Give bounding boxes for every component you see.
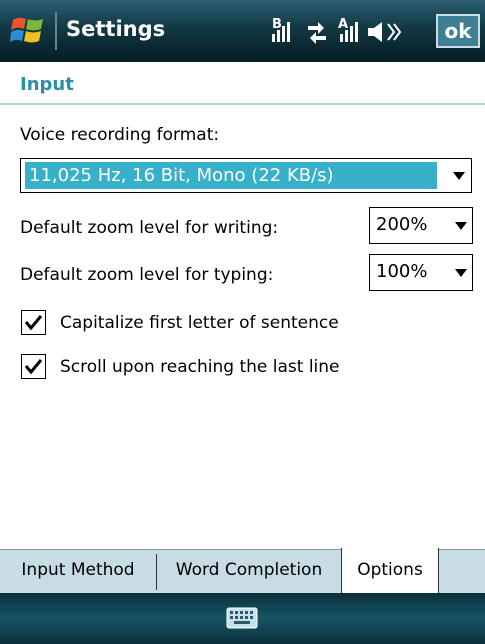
checkmark-icon	[24, 315, 43, 331]
ok-button[interactable]: ok	[436, 14, 480, 48]
tab-strip: Input Method Word Completion Options	[0, 548, 485, 594]
bottom-menu-bar	[0, 593, 485, 644]
chevron-down-icon[interactable]	[455, 269, 467, 277]
capitalize-label[interactable]: Capitalize first letter of sentence	[60, 313, 339, 333]
checkmark-icon	[24, 359, 43, 375]
page-title: Input	[20, 74, 74, 95]
scroll-checkbox[interactable]	[21, 354, 46, 379]
chevron-down-icon[interactable]	[453, 172, 465, 180]
svg-text:B: B	[272, 17, 282, 32]
writing-zoom-dropdown[interactable]: 200%	[369, 207, 473, 244]
heading-divider	[0, 103, 485, 105]
voice-format-label: Voice recording format:	[20, 125, 220, 145]
scroll-label[interactable]: Scroll upon reaching the last line	[60, 357, 340, 377]
tab-options[interactable]: Options	[341, 550, 439, 594]
volume-muted-icon	[368, 22, 402, 42]
start-menu-icon[interactable]	[10, 14, 46, 48]
tab-input-method[interactable]: Input Method	[0, 550, 156, 594]
status-icons[interactable]: B A	[270, 12, 430, 50]
typing-zoom-label: Default zoom level for typing:	[20, 265, 274, 285]
title-separator	[55, 12, 57, 50]
data-connection-icon	[308, 22, 326, 44]
chevron-down-icon[interactable]	[455, 222, 467, 230]
typing-zoom-value: 100%	[376, 261, 428, 282]
capitalize-checkbox[interactable]	[21, 310, 46, 335]
writing-zoom-value: 200%	[376, 214, 428, 235]
voice-format-dropdown[interactable]: 11,025 Hz, 16 Bit, Mono (22 KB/s)	[20, 158, 472, 193]
writing-zoom-label: Default zoom level for writing:	[20, 218, 279, 238]
signal-strength-icon: A	[338, 17, 358, 42]
title-bar: Settings B A ok	[0, 0, 485, 62]
tab-word-completion[interactable]: Word Completion	[157, 550, 341, 594]
bluetooth-signal-icon: B	[272, 17, 290, 42]
svg-text:A: A	[338, 17, 348, 32]
voice-format-selected-value: 11,025 Hz, 16 Bit, Mono (22 KB/s)	[25, 162, 437, 189]
typing-zoom-dropdown[interactable]: 100%	[369, 254, 473, 291]
app-title: Settings	[66, 17, 166, 41]
keyboard-icon[interactable]	[226, 606, 258, 630]
